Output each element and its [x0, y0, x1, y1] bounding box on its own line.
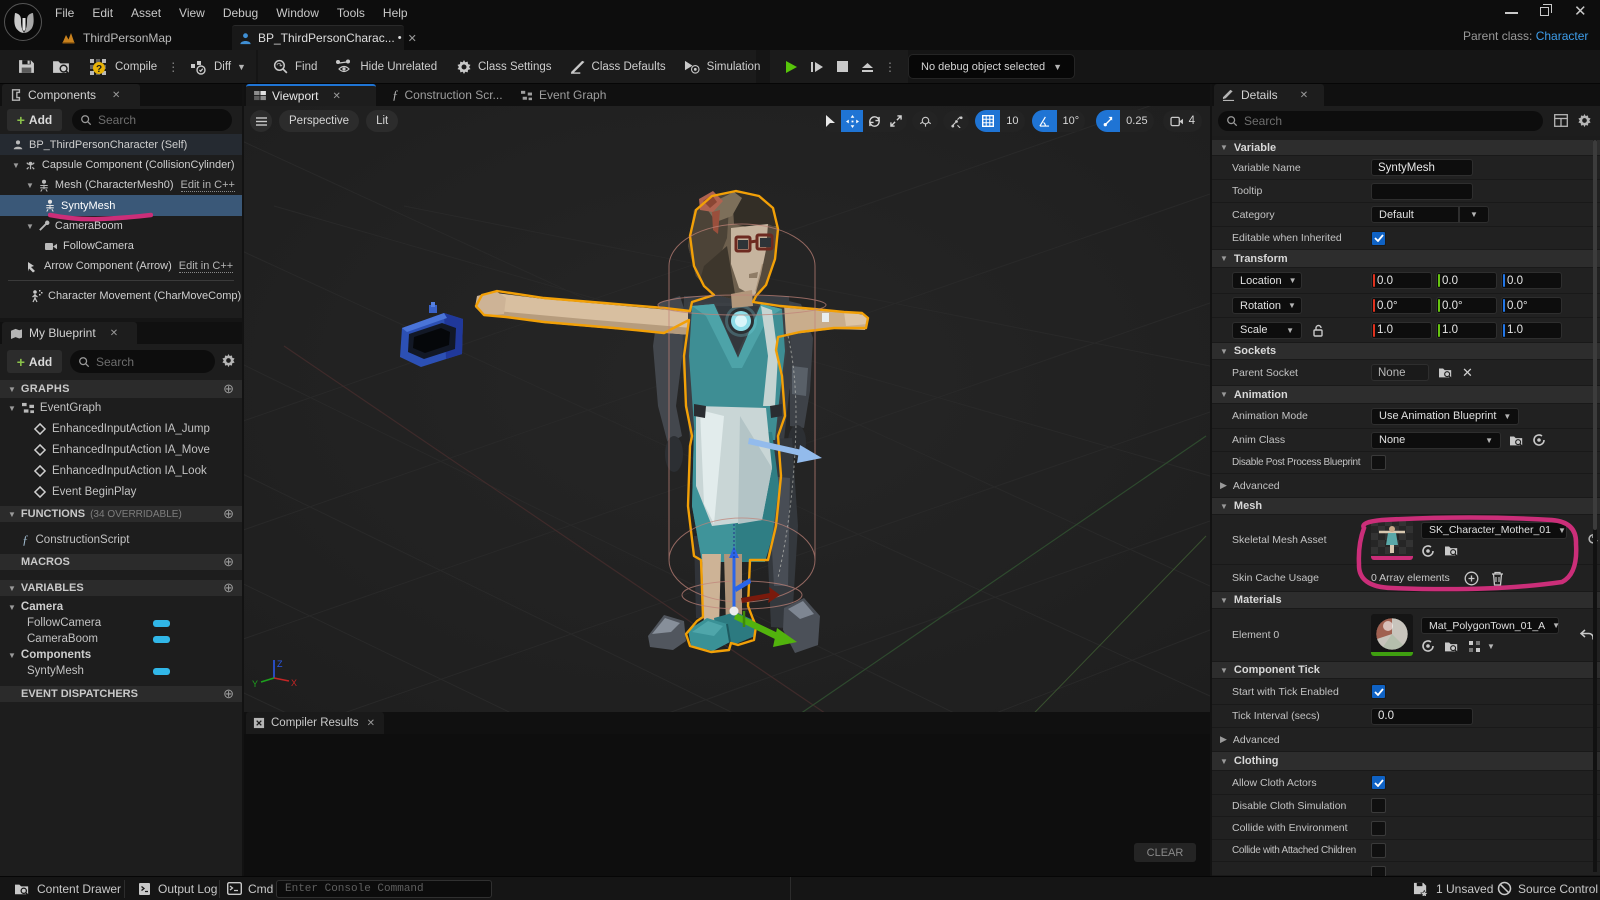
svg-text:↷: ↷	[276, 61, 282, 70]
svg-text:Y: Y	[252, 679, 258, 689]
svg-text:Z: Z	[277, 659, 283, 669]
svg-text:X: X	[291, 678, 297, 688]
svg-text:?: ?	[96, 64, 102, 75]
